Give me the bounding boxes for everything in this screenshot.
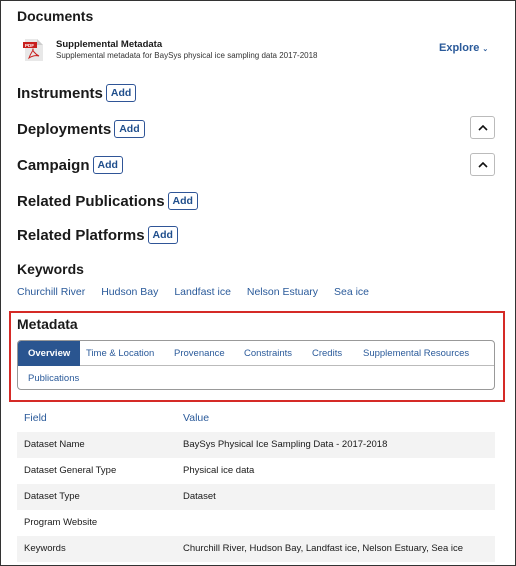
keyword-link[interactable]: Hudson Bay bbox=[101, 286, 158, 298]
tab-constraints[interactable]: Constraints bbox=[244, 341, 292, 366]
campaign-heading: Campaign bbox=[17, 157, 90, 174]
tab-supplemental-resources[interactable]: Supplemental Resources bbox=[363, 341, 469, 366]
instruments-section: Instruments Add bbox=[17, 84, 137, 102]
related-publications-section: Related Publications Add bbox=[17, 192, 198, 210]
table-cell-value: Churchill River, Hudson Bay, Landfast ic… bbox=[183, 543, 464, 554]
table-cell-field: Program Website bbox=[24, 517, 98, 528]
table-row: Keywords Churchill River, Hudson Bay, La… bbox=[17, 536, 495, 562]
explore-label[interactable]: Explore bbox=[439, 42, 479, 54]
keyword-link[interactable]: Nelson Estuary bbox=[247, 286, 318, 298]
keywords-list: Churchill River Hudson Bay Landfast ice … bbox=[17, 286, 382, 298]
keyword-link[interactable]: Landfast ice bbox=[174, 286, 231, 298]
page-frame: Documents PDF Supplemental Metadata Supp… bbox=[0, 0, 516, 566]
keyword-link[interactable]: Churchill River bbox=[17, 286, 85, 298]
chevron-down-icon: ⌄ bbox=[482, 46, 489, 53]
tab-publications[interactable]: Publications bbox=[28, 373, 79, 384]
table-row: Program Website bbox=[17, 510, 495, 536]
document-description: Supplemental metadata for BaySys physica… bbox=[56, 51, 318, 60]
tabs-row: Overview Time & Location Provenance Cons… bbox=[18, 341, 494, 366]
deployments-collapse-button[interactable] bbox=[470, 116, 495, 139]
table-cell-value: BaySys Physical Ice Sampling Data - 2017… bbox=[183, 439, 388, 450]
table-row: Dataset Name BaySys Physical Ice Samplin… bbox=[17, 432, 495, 458]
table-header-value: Value bbox=[183, 412, 210, 424]
chevron-up-icon bbox=[477, 124, 488, 131]
metadata-tabs: Overview Time & Location Provenance Cons… bbox=[17, 340, 495, 390]
instruments-heading: Instruments bbox=[17, 85, 103, 102]
campaign-collapse-button[interactable] bbox=[470, 153, 495, 176]
document-item: PDF Supplemental Metadata Supplemental m… bbox=[23, 37, 493, 63]
tab-credits[interactable]: Credits bbox=[312, 341, 342, 366]
tab-provenance[interactable]: Provenance bbox=[174, 341, 225, 366]
tab-time-location[interactable]: Time & Location bbox=[86, 341, 154, 366]
add-deployment-button[interactable]: Add bbox=[114, 120, 145, 138]
deployments-section: Deployments Add bbox=[17, 120, 145, 138]
table-cell-field: Dataset Type bbox=[24, 491, 80, 502]
table-cell-field: Dataset General Type bbox=[24, 465, 117, 476]
add-related-publication-button[interactable]: Add bbox=[167, 192, 198, 210]
add-instrument-button[interactable]: Add bbox=[105, 84, 137, 102]
related-platforms-section: Related Platforms Add bbox=[17, 226, 178, 244]
table-row: Dataset Type Dataset bbox=[17, 484, 495, 510]
keyword-link[interactable]: Sea ice bbox=[334, 286, 369, 298]
chevron-up-icon bbox=[477, 161, 488, 168]
related-platforms-heading: Related Platforms bbox=[17, 227, 145, 244]
documents-heading: Documents bbox=[17, 8, 94, 24]
metadata-heading: Metadata bbox=[17, 316, 78, 332]
table-cell-field: Dataset Name bbox=[24, 439, 85, 450]
add-campaign-button[interactable]: Add bbox=[92, 156, 123, 174]
add-related-platform-button[interactable]: Add bbox=[147, 226, 178, 244]
table-cell-value: Physical ice data bbox=[183, 465, 255, 476]
campaign-section: Campaign Add bbox=[17, 156, 123, 174]
keywords-heading: Keywords bbox=[17, 261, 84, 277]
table-header-field: Field bbox=[24, 412, 47, 424]
pdf-label: PDF bbox=[25, 43, 34, 48]
table-row: Dataset General Type Physical ice data bbox=[17, 458, 495, 484]
table-cell-value: Dataset bbox=[183, 491, 216, 502]
table-cell-field: Keywords bbox=[24, 543, 66, 554]
deployments-heading: Deployments bbox=[17, 121, 112, 138]
explore-dropdown[interactable]: Explore ⌄ bbox=[439, 42, 488, 54]
related-publications-heading: Related Publications bbox=[17, 193, 165, 210]
document-title-link[interactable]: Supplemental Metadata bbox=[56, 39, 162, 50]
tab-overview[interactable]: Overview bbox=[18, 341, 81, 366]
pdf-file-icon[interactable]: PDF bbox=[23, 39, 43, 61]
